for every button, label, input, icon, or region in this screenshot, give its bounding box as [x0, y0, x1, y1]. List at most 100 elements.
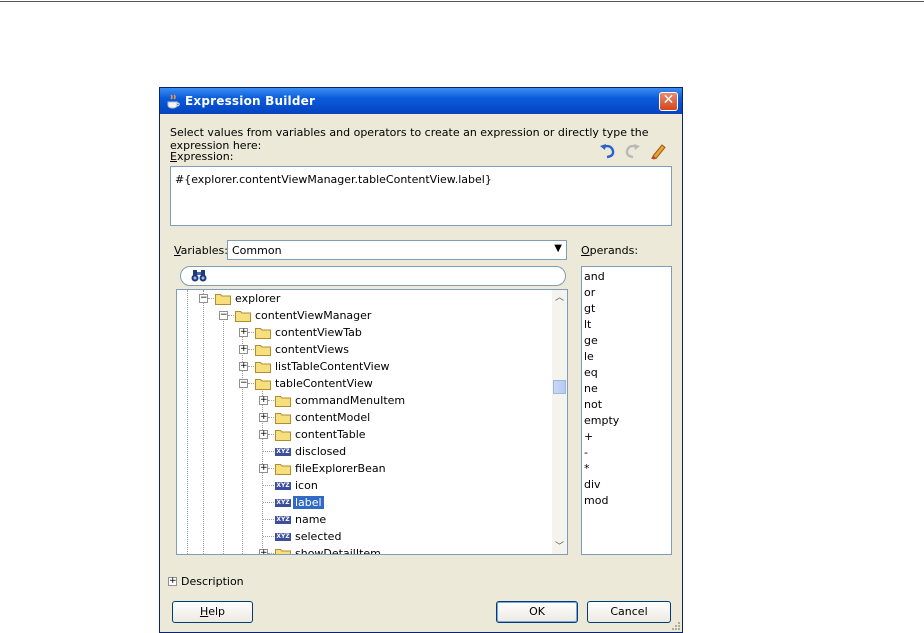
eraser-icon[interactable]	[649, 142, 667, 160]
property-icon: XYZ	[275, 482, 291, 490]
tree-node-label: listTableContentView	[275, 360, 390, 373]
help-mnemonic: H	[199, 605, 209, 618]
binoculars-icon[interactable]	[191, 269, 207, 283]
tree-node-label: name	[295, 513, 327, 526]
tree-node-label: fileExplorerBean	[295, 462, 386, 475]
tree-guide-line	[203, 290, 204, 554]
tree-scrollbar[interactable]: ︿ ﹀	[552, 290, 567, 554]
operand-item[interactable]: -	[582, 445, 671, 461]
resize-grip-icon[interactable]	[670, 620, 680, 630]
operand-item[interactable]: div	[582, 477, 671, 493]
scroll-up-icon[interactable]: ︿	[552, 290, 567, 305]
top-divider	[0, 1, 924, 2]
expand-icon[interactable]: +	[259, 396, 268, 405]
expand-icon[interactable]: +	[168, 577, 177, 586]
operand-item[interactable]: empty	[582, 413, 671, 429]
title-bar[interactable]: Expression Builder ✕	[160, 88, 682, 114]
property-icon: XYZ	[275, 448, 291, 456]
operands-label-rest: perands:	[589, 244, 639, 257]
property-icon: XYZ	[275, 516, 291, 524]
scroll-down-icon[interactable]: ﹀	[552, 539, 567, 554]
folder-icon	[275, 396, 291, 407]
tree-node-label: selected	[295, 530, 342, 543]
operand-item[interactable]: gt	[582, 301, 671, 317]
operand-item[interactable]: and	[582, 269, 671, 285]
chevron-down-icon[interactable]: ▼	[554, 243, 562, 254]
operand-item[interactable]: le	[582, 349, 671, 365]
tree-guide-line	[223, 314, 224, 554]
folder-icon	[275, 549, 291, 554]
collapse-icon[interactable]: −	[219, 311, 228, 320]
expand-icon[interactable]: +	[239, 345, 248, 354]
tree-node-label: contentTable	[295, 428, 366, 441]
scroll-thumb[interactable]	[553, 380, 566, 394]
cancel-button[interactable]: Cancel	[587, 601, 671, 623]
collapse-icon[interactable]: −	[199, 294, 208, 303]
property-icon: XYZ	[275, 499, 291, 507]
tree-guide-line	[187, 290, 188, 554]
variables-mnemonic: V	[174, 244, 181, 257]
expand-icon[interactable]: +	[239, 362, 248, 371]
ok-button[interactable]: OK	[496, 601, 578, 623]
expression-builder-dialog: Expression Builder ✕ Select values from …	[159, 87, 683, 633]
help-label-rest: elp	[208, 605, 226, 618]
operand-item[interactable]: +	[582, 429, 671, 445]
property-icon: XYZ	[275, 533, 291, 541]
tree-node-label: contentViews	[275, 343, 349, 356]
folder-icon	[255, 362, 271, 373]
tree-node-label: icon	[295, 479, 318, 492]
folder-icon	[215, 294, 231, 305]
operand-item[interactable]: or	[582, 285, 671, 301]
tree-node-label: contentModel	[295, 411, 371, 424]
undo-icon[interactable]	[598, 142, 616, 160]
variables-label-rest: ariables:	[180, 244, 228, 257]
expand-icon[interactable]: +	[259, 413, 268, 422]
help-button[interactable]: Help	[172, 601, 253, 623]
redo-icon[interactable]	[624, 142, 642, 160]
expression-input[interactable]: #{explorer.contentViewManager.tableConte…	[170, 166, 672, 226]
expand-icon[interactable]: +	[259, 464, 268, 473]
coffee-cup-icon	[167, 94, 180, 109]
operand-item[interactable]: ne	[582, 381, 671, 397]
operand-item[interactable]: eq	[582, 365, 671, 381]
dialog-title: Expression Builder	[185, 94, 316, 108]
expression-label-rest: xpression:	[176, 150, 234, 163]
tree-node-label: disclosed	[295, 445, 347, 458]
operands-mnemonic: O	[581, 244, 590, 257]
expand-icon[interactable]: +	[259, 549, 268, 554]
folder-icon	[235, 311, 251, 322]
tree-node-label: commandMenuItem	[295, 394, 406, 407]
tree-node-label: contentViewTab	[275, 326, 362, 339]
close-button[interactable]: ✕	[659, 92, 678, 111]
operand-item[interactable]: mod	[582, 493, 671, 509]
variables-selected-value: Common	[232, 244, 282, 257]
operands-list[interactable]: and or gt lt ge le eq ne not empty + - *…	[581, 266, 672, 555]
description-label: Description	[181, 575, 244, 588]
folder-icon	[255, 328, 271, 339]
expand-icon[interactable]: +	[259, 430, 268, 439]
folder-icon	[275, 464, 291, 475]
folder-icon	[255, 379, 271, 390]
tree-node-label: explorer	[235, 292, 281, 305]
tree-node-label: tableContentView	[275, 377, 373, 390]
expand-icon[interactable]: +	[239, 328, 248, 337]
tree-node-label: contentViewManager	[255, 309, 372, 322]
operand-item[interactable]: not	[582, 397, 671, 413]
tree-node-label: label	[293, 496, 324, 509]
variables-search-input[interactable]	[180, 266, 566, 286]
expression-value: #{explorer.contentViewManager.tableConte…	[175, 173, 492, 186]
expression-mnemonic: E	[170, 150, 177, 163]
folder-icon	[275, 413, 291, 424]
expression-label: Expression:	[170, 150, 233, 163]
tree-node-label: showDetailItem	[295, 547, 381, 555]
operand-item[interactable]: lt	[582, 317, 671, 333]
operand-item[interactable]: *	[582, 461, 671, 477]
folder-icon	[255, 345, 271, 356]
collapse-icon[interactable]: −	[239, 379, 248, 388]
operands-label: Operands:	[581, 244, 638, 257]
folder-icon	[275, 430, 291, 441]
variables-dropdown[interactable]: Common ▼	[227, 240, 567, 260]
variables-tree[interactable]: − explorer − contentViewManager + conten…	[176, 289, 568, 555]
variables-label: Variables:	[174, 244, 228, 257]
operand-item[interactable]: ge	[582, 333, 671, 349]
